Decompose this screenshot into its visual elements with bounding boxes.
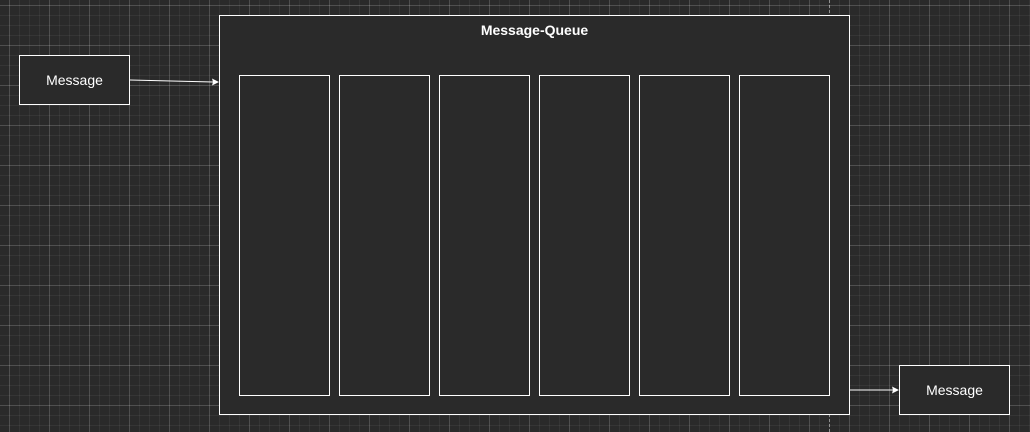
queue-slot-4[interactable] xyxy=(539,75,630,396)
queue-slot-5[interactable] xyxy=(639,75,730,396)
output-message-node[interactable]: Message xyxy=(899,365,1010,415)
input-arrow[interactable] xyxy=(129,78,219,86)
output-message-label: Message xyxy=(926,382,983,398)
diagram-canvas: Message Message-Queue Message xyxy=(0,0,1030,432)
input-message-node[interactable]: Message xyxy=(19,55,130,105)
message-queue-container[interactable]: Message-Queue xyxy=(219,15,850,415)
input-message-label: Message xyxy=(46,72,103,88)
queue-slot-6[interactable] xyxy=(739,75,830,396)
queue-slot-2[interactable] xyxy=(339,75,430,396)
message-queue-title: Message-Queue xyxy=(480,22,589,38)
output-arrow[interactable] xyxy=(850,386,899,394)
input-arrowhead-icon xyxy=(212,78,219,86)
queue-slot-1[interactable] xyxy=(239,75,330,396)
queue-slot-3[interactable] xyxy=(439,75,530,396)
output-arrowhead-icon xyxy=(892,386,899,394)
